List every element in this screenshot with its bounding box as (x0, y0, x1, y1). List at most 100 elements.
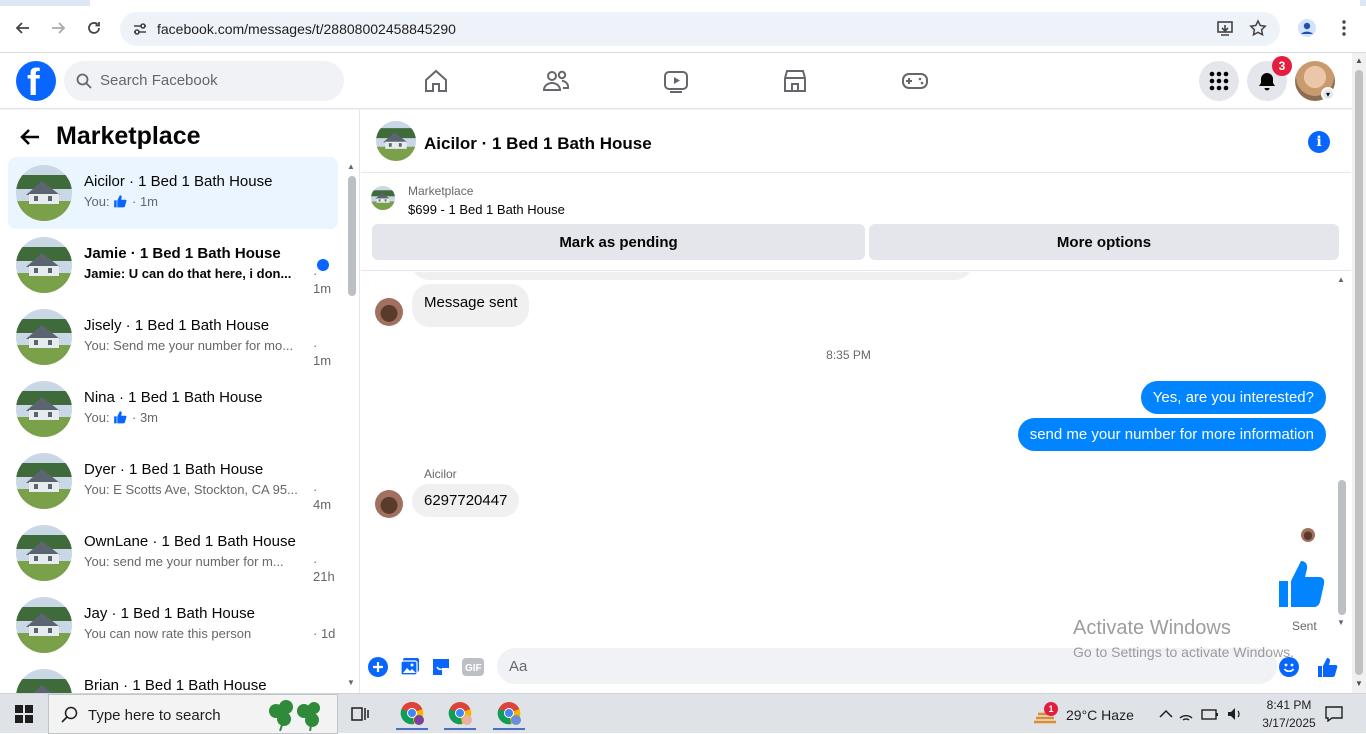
conversation-item[interactable]: Dyer · 1 Bed 1 Bath House You: E Scotts A… (8, 445, 338, 517)
address-bar[interactable]: facebook.com/messages/t/2880800245884529… (120, 12, 1280, 46)
conversation-snippet: You: send me your number for m... (84, 554, 309, 569)
chrome-taskbar-icon[interactable] (444, 698, 476, 730)
message-bubble-out[interactable]: send me your number for more information (1017, 418, 1326, 451)
conversation-time: · 1d (313, 626, 336, 641)
system-tray-icons[interactable] (1176, 698, 1246, 730)
home-icon[interactable] (416, 65, 456, 97)
conversation-time: · 1m (313, 266, 332, 296)
conversation-thumbnail (16, 237, 72, 293)
sidebar-scrollbar[interactable]: ▲ ▼ (346, 158, 356, 693)
windows-start-icon[interactable] (8, 698, 40, 730)
sender-avatar[interactable] (375, 490, 403, 518)
gaming-icon[interactable] (895, 65, 935, 97)
menu-grid-icon[interactable] (1199, 61, 1239, 101)
conversation-item[interactable]: Aicilor · 1 Bed 1 Bath House You: · 1m (8, 157, 338, 229)
seen-avatar (1301, 528, 1315, 542)
weather-text[interactable]: 29°C Haze (1066, 707, 1134, 723)
browser-toolbar: facebook.com/messages/t/2880800245884529… (0, 0, 1366, 53)
chrome-taskbar-icon[interactable] (493, 698, 525, 730)
sent-status: Sent (1292, 619, 1317, 633)
conversation-name: OwnLane · 1 Bed 1 Bath House (84, 533, 296, 550)
plus-circle-icon[interactable] (367, 656, 389, 678)
task-view-icon[interactable] (344, 698, 376, 730)
install-app-icon[interactable] (1214, 17, 1236, 39)
conversation-item[interactable]: Jay · 1 Bed 1 Bath House You can now rate… (8, 589, 338, 661)
snippet-text: Jamie: U can do that here, i don... (84, 266, 292, 281)
conversation-item[interactable]: Brian · 1 Bed 1 Bath House (8, 661, 338, 693)
listing-label: Marketplace (408, 184, 474, 198)
conversation-name: Nina · 1 Bed 1 Bath House (84, 389, 263, 406)
thumbs-up-icon[interactable] (1277, 557, 1327, 614)
listing-title[interactable]: $699 - 1 Bed 1 Bath House (408, 202, 565, 217)
activate-windows-watermark: Activate Windows Go to Settings to activ… (1073, 617, 1294, 660)
taskbar-search-placeholder: Type here to search (88, 707, 221, 724)
watch-video-icon[interactable] (656, 65, 696, 97)
chat-title[interactable]: Aicilor · 1 Bed 1 Bath House (424, 134, 652, 154)
chrome-profile-icon[interactable] (1296, 17, 1318, 39)
conversation-time: · 3m (132, 410, 158, 425)
conversation-item[interactable]: OwnLane · 1 Bed 1 Bath House You: send me… (8, 517, 338, 589)
windows-taskbar: Type here to search 1 29°C Haze 8:41 PM … (0, 693, 1366, 734)
mark-pending-button[interactable]: Mark as pending (372, 224, 865, 260)
conversation-time: · 1m (313, 338, 332, 368)
sender-avatar[interactable] (375, 298, 403, 326)
bookmark-star-icon[interactable] (1247, 17, 1269, 39)
forward-arrow-icon[interactable] (47, 17, 69, 39)
gif-icon[interactable]: GIF (462, 656, 484, 678)
message-bubble-in[interactable]: 6297720447 (412, 484, 520, 517)
conversation-name: Jay · 1 Bed 1 Bath House (84, 605, 255, 622)
back-arrow-icon[interactable] (12, 17, 34, 39)
search-icon (76, 73, 92, 89)
back-arrow-icon[interactable] (20, 126, 40, 152)
conversation-name: Jisely · 1 Bed 1 Bath House (84, 317, 270, 334)
conversations-sidebar: Marketplace Aicilor · 1 Bed 1 Bath House… (0, 110, 360, 693)
conversation-thumbnail (16, 309, 72, 365)
listing-thumbnail[interactable] (371, 186, 395, 210)
url-text: facebook.com/messages/t/2880800245884529… (157, 21, 456, 37)
chrome-taskbar-icon[interactable] (396, 698, 428, 730)
thumbs-up-icon (113, 194, 128, 208)
photo-icon[interactable] (399, 656, 421, 678)
chat-scrollbar[interactable]: ▲ ▼ (1336, 275, 1346, 630)
conversation-thumbnail (16, 525, 72, 581)
site-info-icon[interactable] (132, 21, 148, 37)
chrome-menu-icon[interactable] (1333, 17, 1355, 39)
conversation-item[interactable]: Jisely · 1 Bed 1 Bath House You: Send me … (8, 301, 338, 373)
conversation-item[interactable]: Jamie · 1 Bed 1 Bath House Jamie: U can d… (8, 229, 338, 301)
facebook-logo-letter: f (27, 62, 40, 104)
reload-icon[interactable] (83, 17, 105, 39)
message-bubble-out[interactable]: Yes, are you interested? (1140, 381, 1326, 414)
message-bubble-in[interactable]: Message sent (412, 284, 530, 327)
info-icon[interactable]: i (1308, 131, 1330, 153)
more-options-button[interactable]: More options (869, 224, 1339, 260)
conversation-thumbnail (16, 669, 72, 693)
conversation-time: · 1m (132, 194, 158, 209)
partial-message (411, 272, 973, 280)
conversation-snippet: You: E Scotts Ave, Stockton, CA 95... (84, 482, 309, 497)
friends-icon[interactable] (536, 65, 576, 97)
conversation-snippet: You: Send me your number for mo... (84, 338, 309, 353)
sidebar-title: Marketplace (56, 122, 201, 150)
snippet-prefix: You: (84, 410, 110, 425)
conversation-thumbnail (16, 381, 72, 437)
chevron-down-icon[interactable]: ▾ (1321, 87, 1335, 101)
conversation-item[interactable]: Nina · 1 Bed 1 Bath House You: · 3m (8, 373, 338, 445)
taskbar-search-input[interactable]: Type here to search (48, 694, 338, 734)
chat-header: Aicilor · 1 Bed 1 Bath House i (361, 110, 1351, 173)
page-scrollbar[interactable]: ▲ ▼ (1352, 53, 1366, 693)
message-placeholder: Aa (509, 658, 528, 675)
snippet-text: You: E Scotts Ave, Stockton, CA 95... (84, 482, 298, 497)
marketplace-icon[interactable] (775, 65, 815, 97)
thumbs-up-icon (113, 410, 128, 424)
facebook-logo[interactable]: f (16, 61, 56, 104)
clock-date[interactable]: 3/17/2025 (1255, 716, 1323, 730)
clock-time[interactable]: 8:41 PM (1257, 698, 1321, 712)
message-list: Message sent 8:35 PM Yes, are you intere… (361, 272, 1351, 642)
search-input[interactable]: Search Facebook (64, 61, 344, 101)
sticker-icon[interactable] (430, 656, 452, 678)
chat-avatar[interactable] (376, 121, 416, 161)
watermark-line1: Activate Windows (1073, 617, 1231, 639)
send-like-icon[interactable] (1317, 656, 1339, 678)
notification-center-icon[interactable] (1318, 698, 1350, 730)
conversation-snippet: You can now rate this person (84, 626, 309, 641)
